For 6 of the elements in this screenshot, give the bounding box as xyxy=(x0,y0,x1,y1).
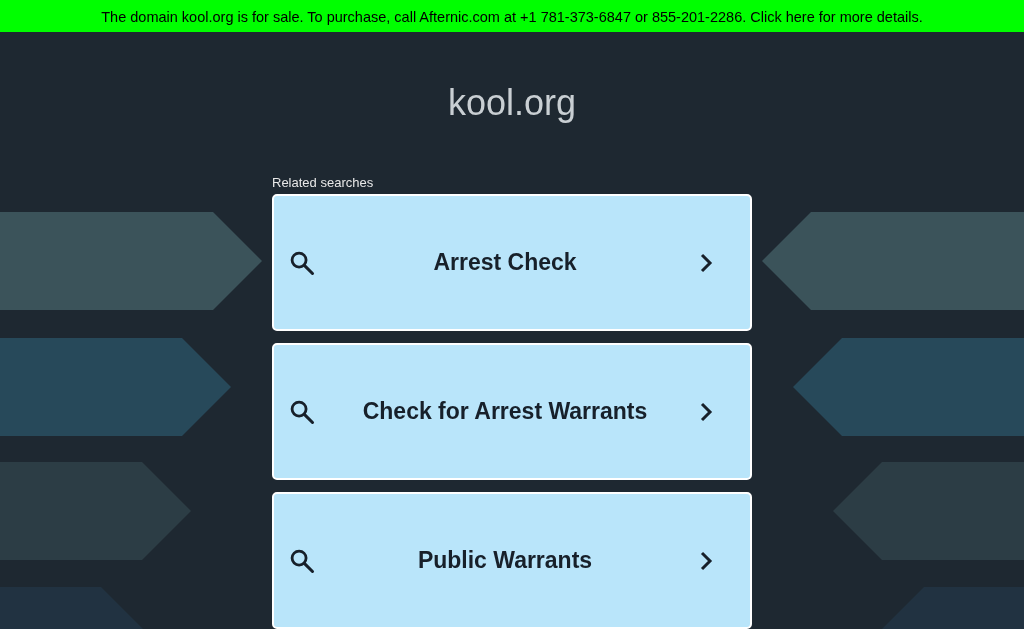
domain-title: kool.org xyxy=(446,82,578,124)
search-link[interactable]: Check for Arrest Warrants xyxy=(272,343,752,480)
sale-banner-link[interactable]: The domain kool.org is for sale. To purchase, call Afternic.com at +1 781-373-6847 or 855-201-2286. Click here for more details. xyxy=(0,0,1024,32)
search-link[interactable]: Public Warrants xyxy=(272,492,752,629)
related-searches-heading: Related searches xyxy=(272,174,375,192)
search-link[interactable]: Arrest Check xyxy=(272,194,752,331)
